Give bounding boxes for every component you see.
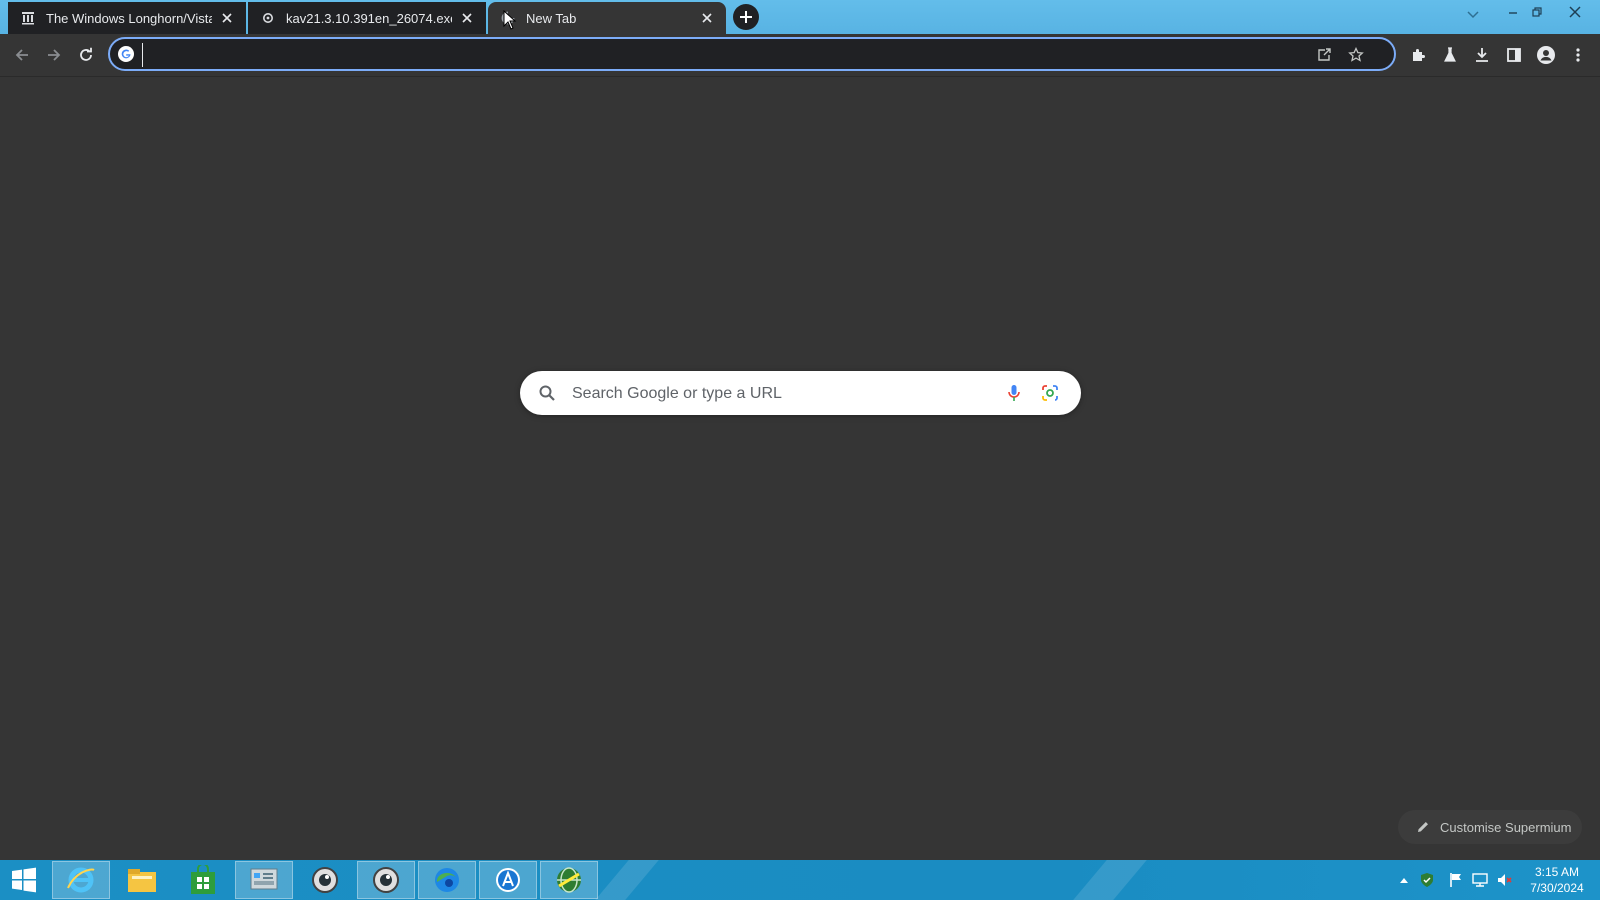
ntp-search-box[interactable] xyxy=(520,371,1081,415)
tab-kav-exe[interactable]: kav21.3.10.391en_26074.exe | Fil xyxy=(248,2,486,34)
share-button[interactable] xyxy=(1314,45,1334,65)
mouse-cursor-icon xyxy=(503,10,517,30)
avatar-icon xyxy=(1537,46,1555,64)
start-icon xyxy=(12,867,36,893)
internet-explorer-icon xyxy=(67,867,95,893)
pencil-icon xyxy=(1418,822,1428,832)
labs-button[interactable] xyxy=(1438,43,1462,67)
taskbar-kaspersky-running[interactable] xyxy=(357,861,415,899)
close-icon[interactable] xyxy=(218,9,236,27)
plus-icon xyxy=(740,11,752,23)
customise-label: Customise Supermium xyxy=(1440,819,1572,835)
tray-network[interactable] xyxy=(1472,872,1488,888)
clock-time: 3:15 AM xyxy=(1534,865,1580,879)
tray-volume[interactable] xyxy=(1496,872,1512,888)
browser-toolbar xyxy=(0,34,1600,77)
kebab-menu-icon xyxy=(1576,48,1580,62)
downloads-button[interactable] xyxy=(1470,43,1494,67)
restore-icon xyxy=(1532,7,1542,17)
bookmark-button[interactable] xyxy=(1346,45,1366,65)
address-bar[interactable] xyxy=(108,37,1396,71)
ntp-search-input[interactable] xyxy=(570,381,994,407)
minimize-icon xyxy=(1509,12,1517,14)
tab-new-tab[interactable]: New Tab xyxy=(488,2,726,34)
windows-taskbar: 3:15 AM 7/30/2024 xyxy=(0,860,1600,900)
google-icon xyxy=(118,46,134,62)
taskbar-file-explorer[interactable] xyxy=(113,861,171,899)
taskbar-internet-explorer[interactable] xyxy=(52,861,110,899)
chevron-down-icon xyxy=(1467,11,1479,19)
start-button[interactable] xyxy=(0,861,48,899)
chevron-up-icon xyxy=(1400,878,1408,883)
share-icon xyxy=(1318,48,1331,61)
menu-button[interactable] xyxy=(1566,43,1590,67)
taskbar-clock[interactable]: 3:15 AM 7/30/2024 xyxy=(1522,864,1592,896)
reload-button[interactable] xyxy=(74,43,98,67)
taskbar-kaspersky[interactable] xyxy=(296,861,354,899)
flag-icon xyxy=(1450,873,1461,887)
forward-arrow-icon xyxy=(48,49,61,61)
tab-title: The Windows Longhorn/Vista A xyxy=(46,10,212,26)
tab-search-button[interactable] xyxy=(1462,4,1484,26)
new-tab-button[interactable] xyxy=(733,4,759,30)
close-icon[interactable] xyxy=(698,9,716,27)
minimize-button[interactable] xyxy=(1500,0,1526,24)
puzzle-icon xyxy=(1413,49,1425,61)
taskbar-supermium[interactable] xyxy=(540,861,598,899)
close-icon xyxy=(1569,6,1581,18)
search-icon xyxy=(539,385,555,401)
clock-date: 7/30/2024 xyxy=(1530,881,1584,895)
volume-muted-icon xyxy=(1498,874,1512,886)
tray-overflow-button[interactable] xyxy=(1396,872,1412,888)
tab-title: New Tab xyxy=(526,10,577,26)
google-lens-icon[interactable] xyxy=(1040,383,1060,403)
edge-icon xyxy=(435,868,459,892)
back-button[interactable] xyxy=(10,43,34,67)
side-panel-icon xyxy=(1507,48,1521,62)
close-icon[interactable] xyxy=(458,9,476,27)
kaspersky-icon xyxy=(373,867,399,893)
file-explorer-icon xyxy=(128,869,156,892)
store-icon xyxy=(191,865,215,894)
network-icon xyxy=(1472,873,1488,887)
taskbar-control-panel[interactable] xyxy=(235,861,293,899)
control-panel-icon xyxy=(250,868,278,890)
columns-icon xyxy=(20,10,36,26)
customise-button[interactable]: Customise Supermium xyxy=(1398,810,1582,844)
extensions-button[interactable] xyxy=(1406,43,1430,67)
restore-button[interactable] xyxy=(1524,0,1550,24)
close-window-button[interactable] xyxy=(1562,0,1588,24)
tray-security[interactable] xyxy=(1419,872,1435,888)
settings-icon xyxy=(260,10,276,26)
flask-icon xyxy=(1444,47,1456,62)
download-icon xyxy=(1476,48,1488,62)
taskbar-decoration xyxy=(1056,860,1164,900)
globe-icon xyxy=(557,867,581,893)
taskbar-app-store[interactable] xyxy=(479,861,537,899)
forward-button[interactable] xyxy=(42,43,66,67)
star-icon xyxy=(1348,47,1364,62)
tray-action-center[interactable] xyxy=(1448,872,1464,888)
shield-icon xyxy=(1421,873,1433,887)
taskbar-edge[interactable] xyxy=(418,861,476,899)
address-input[interactable] xyxy=(142,43,1287,67)
tab-strip: The Windows Longhorn/Vista A kav21.3.10.… xyxy=(0,0,1600,34)
tab-windows-longhorn[interactable]: The Windows Longhorn/Vista A xyxy=(8,2,246,34)
tab-title: kav21.3.10.391en_26074.exe | Fil xyxy=(286,10,452,26)
kaspersky-icon xyxy=(312,867,338,893)
profile-button[interactable] xyxy=(1534,43,1558,67)
microphone-icon[interactable] xyxy=(1004,383,1024,403)
app-store-icon xyxy=(496,868,520,892)
taskbar-store[interactable] xyxy=(174,861,232,899)
side-panel-button[interactable] xyxy=(1502,43,1526,67)
reload-icon xyxy=(80,47,92,61)
back-arrow-icon xyxy=(15,49,28,61)
